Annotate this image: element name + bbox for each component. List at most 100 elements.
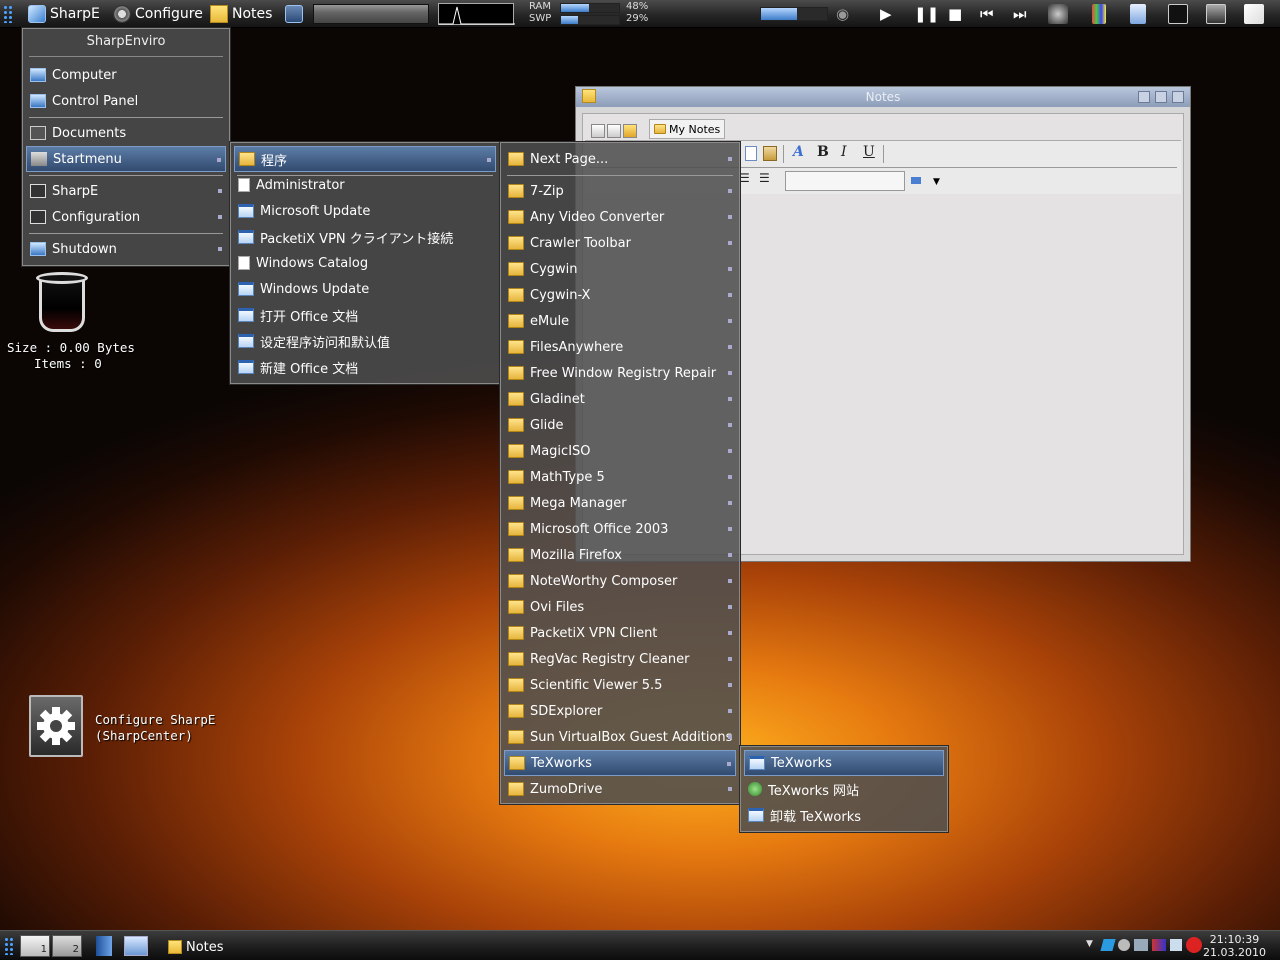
menu-item-folder[interactable]: SDExplorer — [504, 698, 736, 724]
terminal-icon[interactable] — [1168, 4, 1188, 24]
menu-item-folder[interactable]: Cygwin — [504, 256, 736, 282]
computers-icon[interactable] — [124, 936, 148, 956]
configure-button[interactable]: Configure — [113, 3, 203, 25]
configure-sharpe-sublabel[interactable]: (SharpCenter) — [95, 728, 193, 744]
menu-item-windows-catalog[interactable]: Windows Catalog — [234, 250, 496, 276]
minimize-button[interactable] — [1138, 91, 1150, 103]
menu-item-startmenu[interactable]: Startmenu — [26, 146, 226, 172]
chevron-down-icon[interactable]: ▼ — [933, 177, 940, 187]
menu-item-program-defaults[interactable]: 设定程序访问和默认值 — [234, 328, 496, 354]
tab-my-notes[interactable]: My Notes — [649, 119, 726, 139]
virtual-desktop-1[interactable]: 1 — [20, 935, 50, 957]
align-center-icon[interactable]: ☰ — [739, 171, 750, 185]
menu-item-open-office-doc[interactable]: 打开 Office 文档 — [234, 302, 496, 328]
menu-item-folder[interactable]: Scientific Viewer 5.5 — [504, 672, 736, 698]
configure-sharpe-label[interactable]: Configure SharpE — [95, 712, 215, 728]
menu-item-folder[interactable]: PacketiX VPN Client — [504, 620, 736, 646]
menu-item-folder[interactable]: Mozilla Firefox — [504, 542, 736, 568]
virtual-desktop-2[interactable]: 2 — [52, 935, 82, 957]
grip-icon — [3, 3, 13, 25]
menu-item-control-panel[interactable]: Control Panel — [26, 88, 226, 114]
speaker-icon[interactable]: ◉ — [836, 5, 849, 23]
configure-sharpe-icon[interactable] — [29, 695, 83, 757]
menu-item-programs-folder[interactable]: 程序 — [234, 146, 496, 172]
document-icon — [238, 256, 250, 270]
menu-item-folder[interactable]: Crawler Toolbar — [504, 230, 736, 256]
menu-item-folder[interactable]: MagicISO — [504, 438, 736, 464]
menu-item-sharpe[interactable]: SharpE — [26, 178, 226, 204]
paste-icon[interactable] — [763, 146, 777, 161]
next-icon[interactable]: ⏭ — [1013, 5, 1027, 23]
alien-icon[interactable] — [1048, 4, 1068, 24]
notepad-icon[interactable] — [1130, 4, 1146, 24]
books-icon[interactable] — [96, 936, 112, 956]
network-icon[interactable] — [1134, 939, 1148, 951]
menu-item-packetix-vpn[interactable]: PacketiX VPN クライアント接続 — [234, 224, 496, 250]
menu-item-new-office-doc[interactable]: 新建 Office 文档 — [234, 354, 496, 380]
menu-item-folder[interactable]: Ovi Files — [504, 594, 736, 620]
ram-percent: 48% — [626, 1, 649, 12]
menu-item-shutdown[interactable]: Shutdown — [26, 236, 226, 262]
font-name-field[interactable] — [785, 171, 905, 191]
menu-item-folder[interactable]: MathType 5 — [504, 464, 736, 490]
desktop-icon[interactable] — [285, 3, 303, 25]
menu-item-folder[interactable]: ZumoDrive — [504, 776, 736, 802]
monitor-icon[interactable] — [1206, 4, 1226, 24]
menu-item-windows-update[interactable]: Windows Update — [234, 276, 496, 302]
menu-item-configuration[interactable]: Configuration — [26, 204, 226, 230]
recycle-bin-icon[interactable] — [36, 272, 88, 332]
volume-slider[interactable] — [760, 7, 828, 21]
menu-item-folder[interactable]: Gladinet — [504, 386, 736, 412]
pencils-icon[interactable] — [1092, 4, 1106, 24]
italic-button[interactable]: I — [841, 144, 847, 160]
close-button[interactable] — [1172, 91, 1184, 103]
menu-item-microsoft-update[interactable]: Microsoft Update — [234, 198, 496, 224]
menu-item-folder[interactable]: Any Video Converter — [504, 204, 736, 230]
menu-item-uninstall-texworks[interactable]: 卸载 TeXworks — [744, 802, 944, 828]
bluetooth-icon[interactable] — [1100, 939, 1116, 951]
previous-icon[interactable]: ⏮ — [980, 5, 994, 23]
menu-item-documents[interactable]: Documents — [26, 120, 226, 146]
edit-note-icon[interactable] — [623, 124, 637, 138]
menu-item-administrator[interactable]: Administrator — [234, 172, 496, 198]
menu-item-folder[interactable]: Microsoft Office 2003 — [504, 516, 736, 542]
antivirus-icon[interactable] — [1186, 937, 1202, 953]
menu-item-folder[interactable]: NoteWorthy Composer — [504, 568, 736, 594]
network-alert-icon[interactable] — [1152, 939, 1166, 951]
menu-item-folder[interactable]: Next Page... — [504, 146, 736, 172]
tray-expand-icon[interactable]: ▼ — [1086, 939, 1093, 949]
pause-icon[interactable]: ❚❚ — [914, 5, 939, 23]
box-icon[interactable] — [1170, 939, 1182, 951]
copy-icon[interactable] — [745, 146, 757, 161]
menu-item-texworks-website[interactable]: TeXworks 网站 — [744, 776, 944, 802]
menu-item-texworks[interactable]: TeXworks — [744, 750, 944, 776]
sharpe-menu-button[interactable]: SharpE — [28, 3, 100, 25]
edit-icon[interactable] — [1244, 4, 1264, 24]
menu-item-folder[interactable]: Mega Manager — [504, 490, 736, 516]
menu-item-label: Documents — [52, 125, 127, 141]
stop-icon[interactable]: ■ — [948, 5, 962, 23]
notes-button[interactable]: Notes — [210, 3, 272, 25]
play-icon[interactable]: ▶ — [880, 5, 892, 23]
menu-item-folder[interactable]: Glide — [504, 412, 736, 438]
notes-titlebar[interactable]: Notes — [576, 87, 1190, 107]
menu-item-computer[interactable]: Computer — [26, 62, 226, 88]
taskbar-notes-button[interactable]: Notes — [168, 936, 224, 958]
menu-item-folder[interactable]: RegVac Registry Cleaner — [504, 646, 736, 672]
menu-item-folder[interactable]: eMule — [504, 308, 736, 334]
menu-item-folder[interactable]: 7-Zip — [504, 178, 736, 204]
menu-item-folder[interactable]: Free Window Registry Repair — [504, 360, 736, 386]
menu-item-folder[interactable]: Cygwin-X — [504, 282, 736, 308]
menu-item-folder[interactable]: TeXworks — [504, 750, 736, 776]
menu-item-folder[interactable]: FilesAnywhere — [504, 334, 736, 360]
add-note-icon[interactable] — [591, 124, 605, 138]
delete-note-icon[interactable] — [607, 124, 621, 138]
maximize-button[interactable] — [1155, 91, 1167, 103]
wifi-icon[interactable] — [1118, 939, 1130, 951]
font-color-button[interactable]: A — [793, 144, 804, 160]
align-right-icon[interactable]: ☰ — [759, 171, 770, 185]
underline-button[interactable]: U — [863, 144, 875, 160]
highlight-icon[interactable] — [911, 177, 921, 184]
menu-item-folder[interactable]: Sun VirtualBox Guest Additions — [504, 724, 736, 750]
bold-button[interactable]: B — [817, 144, 829, 160]
